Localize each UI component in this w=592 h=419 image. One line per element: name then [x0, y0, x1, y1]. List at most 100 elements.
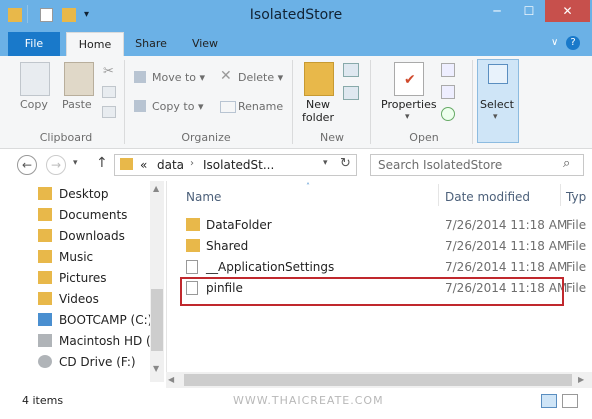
- nav-item-documents[interactable]: Documents: [22, 205, 150, 226]
- folder-icon: [38, 271, 52, 284]
- folder-icon: [38, 208, 52, 221]
- drive-icon: [38, 313, 52, 326]
- scroll-left-icon[interactable]: ◀: [168, 375, 174, 384]
- paste-shortcut-icon[interactable]: [102, 106, 116, 118]
- horizontal-scrollbar-thumb[interactable]: [184, 374, 572, 386]
- nav-item-music[interactable]: Music: [22, 247, 150, 268]
- nav-item-label: CD Drive (F:): [59, 355, 136, 369]
- file-icon: [186, 260, 198, 274]
- recent-locations-button[interactable]: ▾: [73, 158, 78, 168]
- folder-icon: [38, 250, 52, 263]
- group-label-clipboard: Clipboard: [39, 131, 93, 144]
- open-icon[interactable]: [441, 63, 455, 77]
- edit-icon[interactable]: [441, 85, 455, 99]
- nav-item-label: Macintosh HD (E: [59, 334, 159, 348]
- scroll-up-icon[interactable]: ▲: [153, 184, 159, 193]
- breadcrumb-isolatedstore[interactable]: IsolatedSt...: [203, 158, 274, 172]
- column-header-date-modified[interactable]: Date modified: [445, 190, 530, 204]
- chevron-down-icon[interactable]: ∨: [551, 37, 558, 48]
- move-to-icon: [134, 71, 146, 83]
- tab-file[interactable]: File: [8, 32, 60, 56]
- window-title: IsolatedStore: [249, 7, 343, 23]
- maximize-button[interactable]: ☐: [513, 0, 545, 22]
- folder-icon: [120, 158, 133, 170]
- nav-item-label: Desktop: [59, 187, 109, 201]
- nav-item-videos[interactable]: Videos: [22, 289, 150, 310]
- tab-share[interactable]: Share: [128, 32, 174, 56]
- nav-item-macintosh-hd[interactable]: Macintosh HD (E: [22, 331, 158, 352]
- history-icon[interactable]: [441, 107, 455, 121]
- paste-button[interactable]: Paste: [62, 98, 92, 111]
- scroll-down-icon[interactable]: ▼: [153, 364, 159, 373]
- file-name: __ApplicationSettings: [206, 260, 335, 274]
- refresh-icon[interactable]: ↻: [340, 156, 351, 171]
- cut-icon[interactable]: ✂: [103, 64, 114, 79]
- select-icon: [488, 64, 508, 84]
- chevron-down-icon[interactable]: ▾: [405, 112, 410, 122]
- chevron-down-icon[interactable]: ▾: [84, 9, 89, 20]
- new-folder-icon: [304, 62, 334, 96]
- nav-item-label: Music: [59, 250, 94, 264]
- nav-item-downloads[interactable]: Downloads: [22, 226, 150, 247]
- minimize-button[interactable]: ─: [481, 0, 513, 22]
- delete-icon: ✕: [220, 68, 232, 84]
- breadcrumb-data[interactable]: data: [157, 158, 184, 172]
- copy-to-button[interactable]: Copy to ▾: [152, 100, 203, 113]
- group-separator: [370, 60, 371, 144]
- chevron-down-icon[interactable]: ▾: [323, 158, 328, 168]
- copy-to-icon: [134, 100, 146, 112]
- copy-path-icon[interactable]: [102, 86, 116, 98]
- file-row[interactable]: __ApplicationSettings 7/26/2014 11:18 AM…: [180, 257, 592, 278]
- chevron-right-icon[interactable]: ›: [190, 158, 194, 169]
- file-type: File: [566, 218, 587, 232]
- file-name: DataFolder: [206, 218, 272, 232]
- up-button[interactable]: ↑: [96, 155, 108, 171]
- file-type: File: [566, 281, 587, 295]
- file-date: 7/26/2014 11:18 AM: [445, 218, 568, 232]
- forward-button[interactable]: →: [46, 155, 66, 175]
- nav-item-desktop[interactable]: Desktop: [22, 184, 150, 205]
- group-label-organize: Organize: [181, 131, 231, 144]
- delete-button[interactable]: Delete ▾: [238, 71, 283, 84]
- pane-divider: [166, 181, 167, 372]
- nav-scrollbar-thumb[interactable]: [151, 289, 163, 351]
- sort-ascending-icon: ˄: [306, 182, 310, 191]
- new-item-icon[interactable]: [343, 63, 359, 77]
- large-icons-view-icon[interactable]: [562, 394, 578, 408]
- tab-view[interactable]: View: [182, 32, 228, 56]
- copy-icon: [20, 62, 50, 96]
- file-row[interactable]: DataFolder 7/26/2014 11:18 AM File: [180, 215, 592, 236]
- file-type: File: [566, 260, 587, 274]
- properties-qa-icon[interactable]: [40, 8, 53, 22]
- nav-item-bootcamp[interactable]: BOOTCAMP (C:): [22, 310, 152, 331]
- tab-home[interactable]: Home: [66, 32, 124, 57]
- rename-button[interactable]: Rename: [238, 100, 283, 113]
- column-divider[interactable]: [438, 184, 439, 206]
- rename-icon: [220, 101, 236, 113]
- item-count: 4 items: [22, 394, 64, 407]
- column-header-name[interactable]: Name: [186, 190, 221, 204]
- column-divider[interactable]: [560, 184, 561, 206]
- scroll-right-icon[interactable]: ▶: [578, 375, 584, 384]
- file-row[interactable]: Shared 7/26/2014 11:18 AM File: [180, 236, 592, 257]
- nav-item-cd-drive[interactable]: CD Drive (F:): [22, 352, 150, 373]
- back-button[interactable]: ←: [17, 155, 37, 175]
- help-icon[interactable]: ?: [566, 36, 580, 50]
- search-icon[interactable]: ⌕: [563, 156, 570, 171]
- breadcrumb-overflow[interactable]: «: [140, 158, 147, 172]
- group-separator: [124, 60, 125, 144]
- copy-button[interactable]: Copy: [20, 98, 48, 111]
- file-name: Shared: [206, 239, 249, 253]
- group-label-open: Open: [409, 131, 439, 144]
- nav-scrollbar[interactable]: [150, 181, 164, 382]
- move-to-button[interactable]: Move to ▾: [152, 71, 205, 84]
- new-folder-button[interactable]: New folder: [301, 98, 335, 124]
- column-header-type[interactable]: Typ: [566, 190, 586, 204]
- search-placeholder: Search IsolatedStore: [378, 158, 503, 172]
- properties-button[interactable]: Properties: [381, 98, 437, 111]
- new-folder-qa-icon[interactable]: [62, 8, 76, 22]
- close-button[interactable]: ✕: [545, 0, 590, 22]
- nav-item-pictures[interactable]: Pictures: [22, 268, 150, 289]
- easy-access-icon[interactable]: [343, 86, 359, 100]
- details-view-icon[interactable]: [541, 394, 557, 408]
